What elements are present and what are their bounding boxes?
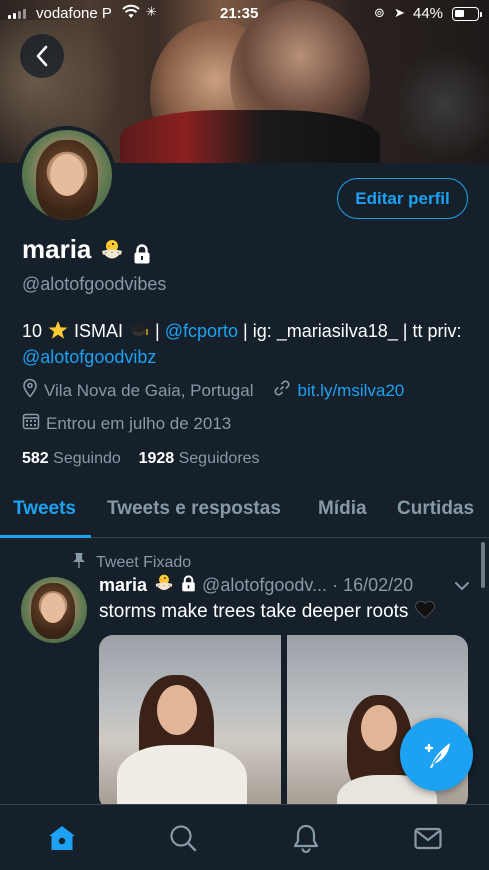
scrollbar[interactable] — [481, 542, 485, 588]
bio-text: | — [150, 321, 165, 341]
tab-tweets[interactable]: Tweets — [13, 498, 76, 520]
status-bar: vodafone P ✳ 21:35 ⊚ ➤ 44% — [0, 0, 489, 28]
tweet-handle-and-date: @alotofgoodv... · 16/02/20 — [202, 575, 414, 595]
mail-icon — [414, 827, 442, 850]
following-label: Seguindo — [53, 450, 121, 467]
orientation-lock-icon: ⊚ — [374, 5, 385, 20]
banner-background-people-right — [400, 40, 489, 163]
profile-joined-row: Entrou em julho de 2013 — [22, 412, 231, 435]
bell-icon — [293, 824, 319, 853]
profile-handle: @alotofgoodvibes — [22, 274, 167, 294]
link-icon — [273, 379, 291, 402]
graduation-cap-icon — [128, 321, 150, 341]
compose-feather-icon — [424, 742, 450, 768]
battery-level-fill — [455, 10, 464, 17]
tab-media[interactable]: Mídia — [318, 498, 367, 520]
tab-tweets-and-replies[interactable]: Tweets e respostas — [107, 498, 281, 520]
nav-search[interactable] — [168, 823, 198, 853]
home-icon — [49, 826, 75, 850]
hatching-chick-icon — [153, 573, 175, 598]
pin-icon — [72, 552, 86, 573]
nav-notifications[interactable] — [291, 823, 321, 853]
followers-label: Seguidores — [178, 450, 260, 467]
profile-location: Vila Nova de Gaia, Portugal — [44, 380, 254, 400]
bottom-navigation — [0, 804, 489, 870]
profile-joined-date: Entrou em julho de 2013 — [46, 413, 232, 433]
follow-counts: 582 Seguindo 1928 Seguidores — [22, 450, 260, 468]
tweet-media-grid — [99, 635, 468, 810]
cellular-signal-icon — [8, 9, 26, 19]
following-count: 582 — [22, 450, 49, 467]
profile-tabs: Tweets Tweets e respostas Mídia Curtidas — [0, 490, 489, 538]
tab-likes[interactable]: Curtidas — [397, 498, 474, 520]
location-pin-icon — [22, 378, 38, 403]
battery-percentage: 44% — [413, 5, 444, 22]
tweet-body: storms make trees take deeper roots — [99, 599, 436, 625]
glowing-star-icon — [47, 321, 69, 341]
bio-text: | ig: _mariasilva18_ | tt priv: — [238, 321, 462, 341]
nav-messages[interactable] — [413, 823, 443, 853]
compose-tweet-button[interactable] — [400, 718, 473, 791]
mention-link[interactable]: @alotofgoodvibz — [22, 347, 156, 367]
carrier-name: vodafone P — [36, 5, 112, 22]
calendar-icon — [22, 412, 40, 435]
profile-name: maria — [22, 234, 92, 264]
nav-home[interactable] — [47, 823, 77, 853]
search-icon — [170, 825, 197, 852]
profile-name-row: maria — [22, 234, 151, 265]
lock-icon — [181, 574, 196, 597]
followers-count: 1928 — [138, 450, 175, 467]
clock: 21:35 — [220, 5, 259, 22]
pinned-tweet-label: Tweet Fixado — [96, 553, 192, 571]
profile-meta-row: Vila Nova de Gaia, Portugal bit.ly/msilv… — [22, 378, 404, 403]
following-link[interactable]: 582 Seguindo — [22, 450, 121, 467]
mention-link[interactable]: @fcporto — [165, 321, 238, 341]
profile-bio: 10 ISMAI | @fcporto | ig: _mariasilva18_… — [22, 318, 472, 370]
tweet-header: maria @alotofgoodv... · 16/02/20 — [99, 573, 413, 598]
profile-avatar[interactable] — [18, 126, 116, 224]
lock-icon — [133, 240, 151, 263]
tweet-author-name[interactable]: maria — [99, 575, 147, 596]
activity-spinner-icon: ✳ — [146, 4, 157, 19]
hatching-chick-icon — [99, 238, 125, 262]
location-services-icon: ➤ — [394, 5, 405, 20]
battery-icon — [452, 7, 482, 21]
banner-clothes — [120, 110, 380, 163]
black-heart-icon — [414, 599, 436, 625]
chevron-left-icon — [36, 45, 48, 67]
tweet-author-avatar[interactable] — [21, 577, 87, 643]
profile-website-link[interactable]: bit.ly/msilva20 — [297, 381, 404, 401]
active-tab-indicator — [0, 535, 91, 538]
bio-text: ISMAI — [69, 321, 129, 341]
tweet-text: storms make trees take deeper roots — [99, 601, 409, 622]
followers-link[interactable]: 1928 Seguidores — [139, 450, 260, 467]
wifi-icon — [122, 4, 140, 24]
back-button[interactable] — [20, 34, 64, 78]
bio-text: 10 — [22, 321, 48, 341]
chevron-down-icon — [455, 582, 469, 591]
tweet-photo-1[interactable] — [99, 635, 281, 810]
tweet-options-button[interactable] — [454, 578, 470, 596]
pinned-tweet-label-row: Tweet Fixado — [72, 552, 191, 573]
edit-profile-button[interactable]: Editar perfil — [337, 178, 468, 219]
